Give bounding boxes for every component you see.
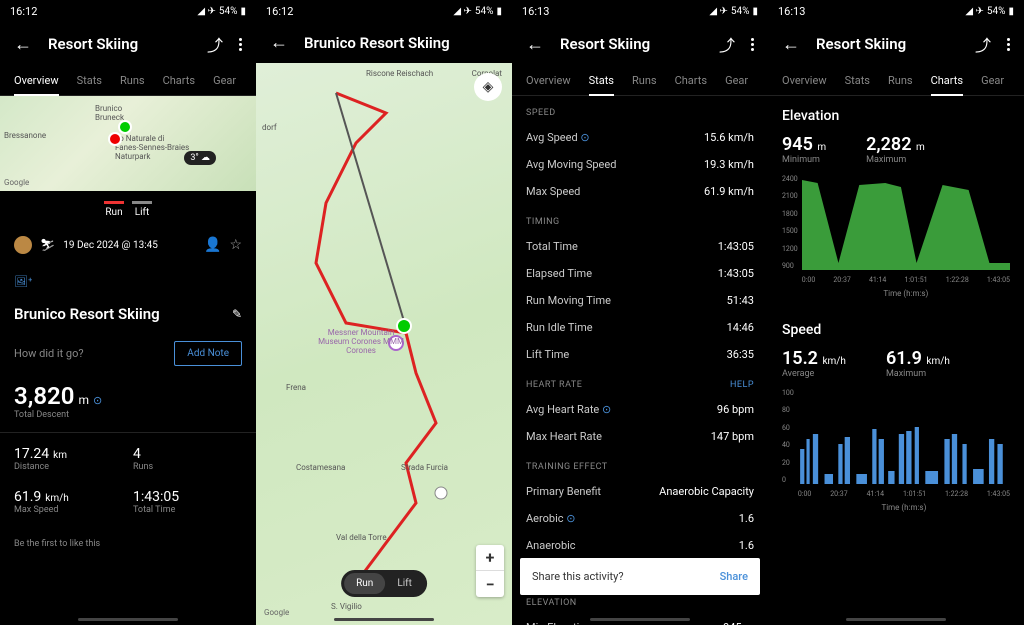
more-icon[interactable] (1007, 38, 1010, 51)
google-logo: Google (264, 608, 289, 617)
activity-date: 19 Dec 2024 @ 13:45 (63, 240, 196, 251)
help-link[interactable]: HELP (730, 380, 754, 390)
note-prompt: How did it go? (14, 347, 84, 360)
google-logo: Google (4, 178, 29, 187)
speed-bar-chart (798, 389, 1010, 484)
more-icon[interactable] (751, 38, 754, 51)
tab-charts[interactable]: Charts (931, 66, 963, 95)
favorite-icon[interactable]: ☆ (229, 237, 242, 253)
app-header: ← Resort Skiing (0, 22, 256, 66)
back-icon[interactable]: ← (14, 34, 32, 55)
back-icon[interactable]: ← (782, 34, 800, 55)
weather-badge: 3° ☁ (184, 151, 216, 165)
ski-icon (40, 238, 55, 252)
activity-title: Brunico Resort Skiing (14, 305, 160, 323)
share-action[interactable]: Share (720, 570, 748, 583)
share-icon[interactable] (719, 32, 735, 56)
overview-body: BrunicoBruneck Bressanone co Naturale di… (0, 96, 256, 625)
share-banner: Share this activity? Share (520, 558, 760, 595)
speed-chart: Speed 15.2 km/hAverage 61.9 km/hMaximum … (768, 310, 1024, 524)
start-marker (118, 120, 132, 134)
tab-runs[interactable]: Runs (632, 66, 657, 95)
legend: Run Lift (0, 191, 256, 228)
tab-overview[interactable]: Overview (14, 66, 59, 95)
zoom-out-button[interactable]: − (476, 571, 504, 597)
pencil-icon[interactable]: ✎ (232, 307, 242, 321)
tab-gear[interactable]: Gear (725, 66, 748, 95)
screen-map: 16:12◢ ✈ 54% ▮ ← Brunico Resort Skiing R… (256, 0, 512, 625)
end-marker (108, 132, 122, 146)
share-icon[interactable] (207, 32, 223, 56)
run-lift-toggle: Run Lift (341, 570, 427, 597)
zoom-control: + − (476, 545, 504, 597)
full-map[interactable]: Riscone Reischach Cornolat dorf Messner … (256, 63, 512, 625)
add-note-button[interactable]: Add Note (174, 341, 242, 366)
back-icon[interactable]: ← (526, 34, 544, 55)
zoom-in-button[interactable]: + (476, 545, 504, 571)
tab-gear[interactable]: Gear (213, 66, 236, 95)
tab-overview[interactable]: Overview (526, 66, 571, 95)
screen-overview: 16:12 ◢ ✈ 54% ▮ ← Resort Skiing Overview… (0, 0, 256, 625)
tab-charts[interactable]: Charts (163, 66, 195, 95)
photo-icon[interactable]: 🖼⁺ (14, 275, 32, 288)
activity-meta-row: 19 Dec 2024 @ 13:45 👤 ☆ (0, 228, 256, 262)
status-time: 16:12 (10, 5, 37, 18)
info-icon[interactable]: ⊙ (93, 394, 102, 407)
like-prompt[interactable]: Be the first to like this (0, 525, 256, 563)
nav-pill (78, 618, 178, 621)
tab-stats[interactable]: Stats (77, 66, 102, 95)
map-preview[interactable]: BrunicoBruneck Bressanone co Naturale di… (0, 96, 256, 191)
page-title: Brunico Resort Skiing (304, 34, 498, 52)
person-icon[interactable]: 👤 (204, 237, 221, 253)
tab-charts[interactable]: Charts (675, 66, 707, 95)
tabs: Overview Stats Runs Charts Gear (0, 66, 256, 96)
status-bar: 16:12 ◢ ✈ 54% ▮ (0, 0, 256, 22)
elevation-area-chart (802, 175, 1010, 270)
layers-button[interactable]: ◈ (474, 73, 502, 101)
toggle-run[interactable]: Run (344, 573, 385, 594)
avatar[interactable] (14, 236, 32, 254)
stat-grid: 17.24 kmDistance 4Runs 61.9 km/hMax Spee… (0, 432, 256, 525)
back-icon[interactable]: ← (270, 32, 288, 53)
total-descent-value: 3,820 (14, 382, 74, 410)
charts-body[interactable]: Elevation 945 mMinimum 2,282 mMaximum 24… (768, 96, 1024, 625)
screen-charts: 16:13◢ ✈ 54% ▮ ← Resort Skiing Overview … (768, 0, 1024, 625)
tab-stats[interactable]: Stats (589, 66, 614, 95)
stats-body[interactable]: Speed Avg Speed ⊙15.6 km/h Avg Moving Sp… (512, 96, 768, 625)
status-icons: ◢ ✈ 54% ▮ (197, 6, 246, 17)
tab-runs[interactable]: Runs (120, 66, 145, 95)
more-icon[interactable] (239, 38, 242, 51)
page-title: Resort Skiing (48, 35, 191, 53)
elevation-chart: Elevation 945 mMinimum 2,282 mMaximum 24… (768, 96, 1024, 310)
toggle-lift[interactable]: Lift (385, 573, 424, 594)
screen-stats: 16:13◢ ✈ 54% ▮ ← Resort Skiing Overview … (512, 0, 768, 625)
share-icon[interactable] (975, 32, 991, 56)
